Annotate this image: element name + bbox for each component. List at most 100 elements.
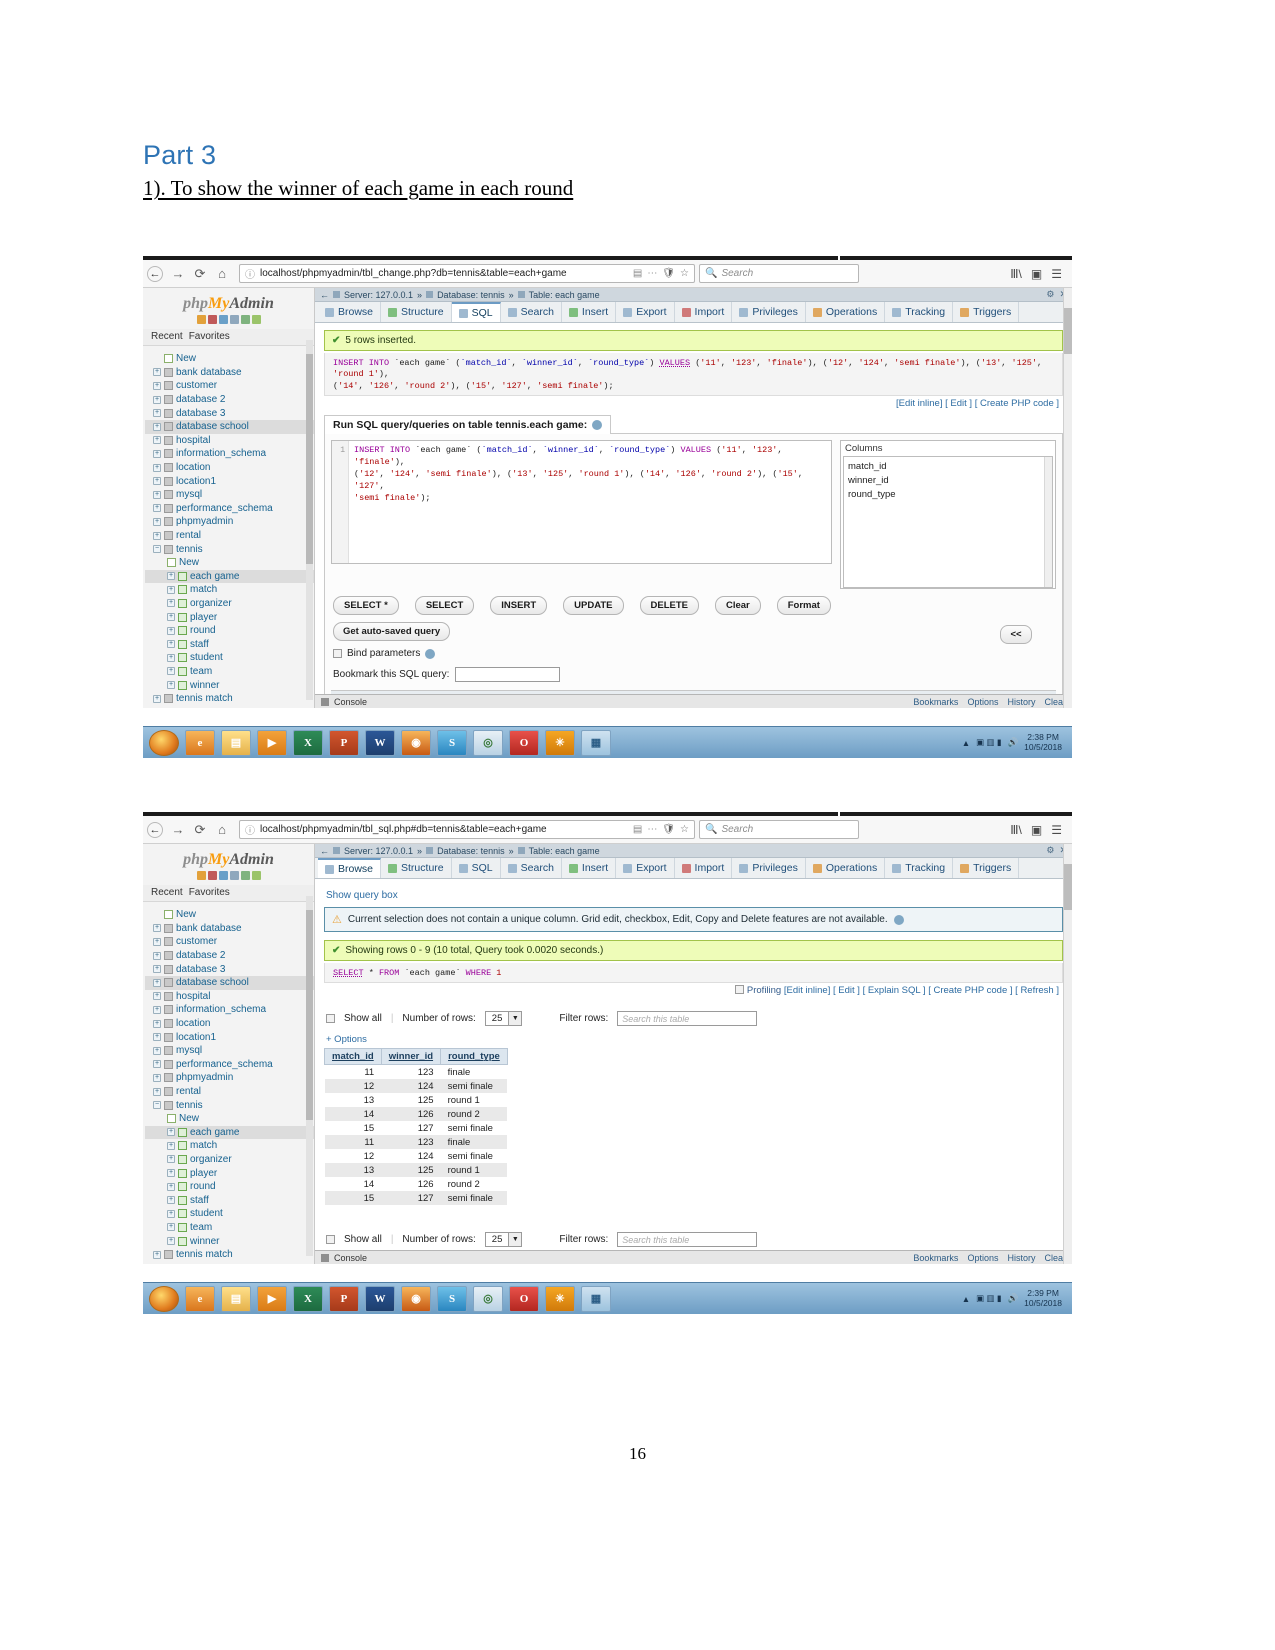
- browser-search-box[interactable]: 🔍 Search: [699, 820, 859, 839]
- tree-database[interactable]: + customer: [145, 379, 314, 393]
- taskbar-media-player-icon[interactable]: ▶: [257, 729, 287, 756]
- home-icon[interactable]: ⌂: [211, 822, 233, 837]
- refresh-icon[interactable]: [251, 871, 261, 880]
- tab-triggers[interactable]: Triggers: [953, 302, 1020, 322]
- breadcrumb-back-icon[interactable]: ←: [320, 846, 329, 856]
- taskbar-excel-icon[interactable]: X: [293, 729, 323, 756]
- tree-database[interactable]: + tennis match: [145, 692, 314, 706]
- sidebar-icon[interactable]: ▣: [1031, 267, 1042, 281]
- bind-parameters-row[interactable]: Bind parameters: [331, 641, 976, 659]
- taskbar-xampp-icon[interactable]: ✳: [545, 1285, 575, 1312]
- tree-new[interactable]: New: [145, 352, 314, 366]
- tree-database-open[interactable]: − tennis: [145, 1098, 314, 1112]
- taskbar-opera-icon[interactable]: O: [509, 729, 539, 756]
- phpmyadmin-logo[interactable]: phpMyAdmin: [143, 844, 314, 871]
- expand-icon[interactable]: +: [167, 1223, 175, 1232]
- tab-import[interactable]: Import: [675, 302, 733, 322]
- column-item[interactable]: winner_id: [848, 474, 1048, 488]
- tab-privileges[interactable]: Privileges: [732, 858, 806, 878]
- expand-icon[interactable]: +: [167, 585, 175, 594]
- taskbar-media-player-icon[interactable]: ▶: [257, 1285, 287, 1312]
- table-row[interactable]: 12 124 semi finale: [325, 1149, 508, 1163]
- bind-parameters-checkbox[interactable]: [333, 649, 342, 659]
- expand-icon[interactable]: +: [153, 395, 161, 404]
- expand-icon[interactable]: +: [153, 436, 161, 445]
- sidebar-quick-icons[interactable]: [143, 315, 314, 329]
- tree-database[interactable]: + database 3: [145, 962, 314, 976]
- recent-favorites-bar[interactable]: Recent Favorites: [143, 885, 314, 902]
- expand-icon[interactable]: +: [153, 924, 161, 933]
- console-label[interactable]: Console: [334, 697, 367, 707]
- taskbar-excel-icon[interactable]: X: [293, 1285, 323, 1312]
- bookmark-input[interactable]: [455, 667, 561, 683]
- tab-search[interactable]: Search: [501, 858, 562, 878]
- bookmark-star-icon[interactable]: ☆: [680, 268, 689, 279]
- tray-volume-icon[interactable]: 🔊: [1008, 737, 1019, 748]
- more-options-icon[interactable]: ⋯: [647, 824, 657, 835]
- explain-sql-link[interactable]: [ Explain SQL ]: [863, 985, 926, 996]
- expand-icon[interactable]: +: [167, 1169, 175, 1178]
- tree-database[interactable]: + rental: [145, 529, 314, 543]
- breadcrumb-database[interactable]: Database: tennis: [437, 846, 505, 856]
- tree-database[interactable]: +test: [145, 705, 314, 708]
- taskbar-photos-icon[interactable]: ▦: [581, 729, 611, 756]
- edit-link[interactable]: [ Edit ]: [833, 985, 860, 996]
- query-button-delete[interactable]: DELETE: [639, 596, 699, 616]
- forward-arrow-icon[interactable]: →: [167, 822, 189, 837]
- expand-icon[interactable]: +: [167, 1237, 175, 1246]
- table-row[interactable]: 11 123 finale: [324, 1135, 508, 1150]
- library-icon[interactable]: Ⅲ\: [1010, 267, 1022, 281]
- expand-icon[interactable]: +: [153, 517, 161, 526]
- wiki-icon[interactable]: [229, 871, 239, 880]
- docs-icon[interactable]: [218, 315, 228, 324]
- tree-database[interactable]: + mysql: [145, 488, 314, 502]
- console-bar[interactable]: Console Bookmarks Options History Clear: [315, 694, 1072, 708]
- refresh-icon[interactable]: [251, 315, 261, 324]
- taskbar-photos-icon[interactable]: ▦: [581, 1285, 611, 1312]
- tree-table[interactable]: + student: [145, 651, 314, 665]
- expand-icon[interactable]: +: [153, 1005, 161, 1014]
- console-links[interactable]: Bookmarks Options History Clear: [913, 1253, 1066, 1263]
- favorites-tab[interactable]: Favorites: [189, 331, 230, 342]
- taskbar-chrome-icon[interactable]: ◎: [473, 1285, 503, 1312]
- shield-icon[interactable]: 🛡: [662, 824, 675, 835]
- expand-icon[interactable]: +: [153, 992, 161, 1001]
- bookmark-star-icon[interactable]: ☆: [680, 824, 689, 835]
- tray-expand-icon[interactable]: ▲: [962, 1294, 970, 1304]
- tree-database[interactable]: + database 3: [145, 406, 314, 420]
- taskbar-powerpoint-icon[interactable]: P: [329, 729, 359, 756]
- tree-database[interactable]: + bank database: [145, 366, 314, 380]
- home-icon[interactable]: [196, 871, 206, 880]
- expand-icon[interactable]: +: [153, 978, 161, 987]
- logout-icon[interactable]: [207, 871, 217, 880]
- query-button-insert[interactable]: INSERT: [490, 596, 548, 616]
- taskbar-firefox-icon[interactable]: e: [185, 729, 215, 756]
- taskbar-word-icon[interactable]: W: [365, 1285, 395, 1312]
- clock[interactable]: 2:39 PM 10/5/2018: [1024, 1288, 1062, 1309]
- phpmyadmin-logo[interactable]: phpMyAdmin: [143, 288, 314, 315]
- expand-icon[interactable]: +: [167, 1182, 175, 1191]
- chevron-down-icon[interactable]: ▼: [508, 1233, 522, 1247]
- recent-tab[interactable]: Recent: [151, 887, 183, 898]
- breadcrumb-database[interactable]: Database: tennis: [437, 290, 505, 300]
- address-bar[interactable]: ⓘ localhost/phpmyadmin/tbl_change.php?db…: [239, 264, 695, 283]
- table-row[interactable]: 15 127 semi finale: [325, 1121, 508, 1135]
- taskbar-powerpoint-icon[interactable]: P: [329, 1285, 359, 1312]
- library-icon[interactable]: Ⅲ\: [1010, 823, 1022, 837]
- profiling-checkbox[interactable]: [735, 985, 745, 995]
- tree-database[interactable]: + information_schema: [145, 1003, 314, 1017]
- columns-list[interactable]: match_id winner_id round_type: [843, 456, 1053, 589]
- tree-database[interactable]: + location1: [145, 1030, 314, 1044]
- create-php-code-link[interactable]: [ Create PHP code ]: [928, 985, 1012, 996]
- show-query-box-link[interactable]: Show query box: [324, 886, 1063, 907]
- breadcrumb-table[interactable]: Table: each game: [529, 290, 600, 300]
- tab-search[interactable]: Search: [501, 302, 562, 322]
- tab-insert[interactable]: Insert: [562, 858, 617, 878]
- tree-table[interactable]: + match: [145, 1139, 314, 1153]
- tab-operations[interactable]: Operations: [806, 302, 886, 322]
- console-bar[interactable]: Console Bookmarks Options History Clear: [315, 1250, 1072, 1264]
- expand-icon[interactable]: +: [153, 1019, 161, 1028]
- edit-inline-link[interactable]: [Edit inline]: [784, 985, 830, 996]
- rows-select-top[interactable]: 25 ▼: [484, 1011, 523, 1027]
- tree-database[interactable]: + database school: [145, 419, 314, 434]
